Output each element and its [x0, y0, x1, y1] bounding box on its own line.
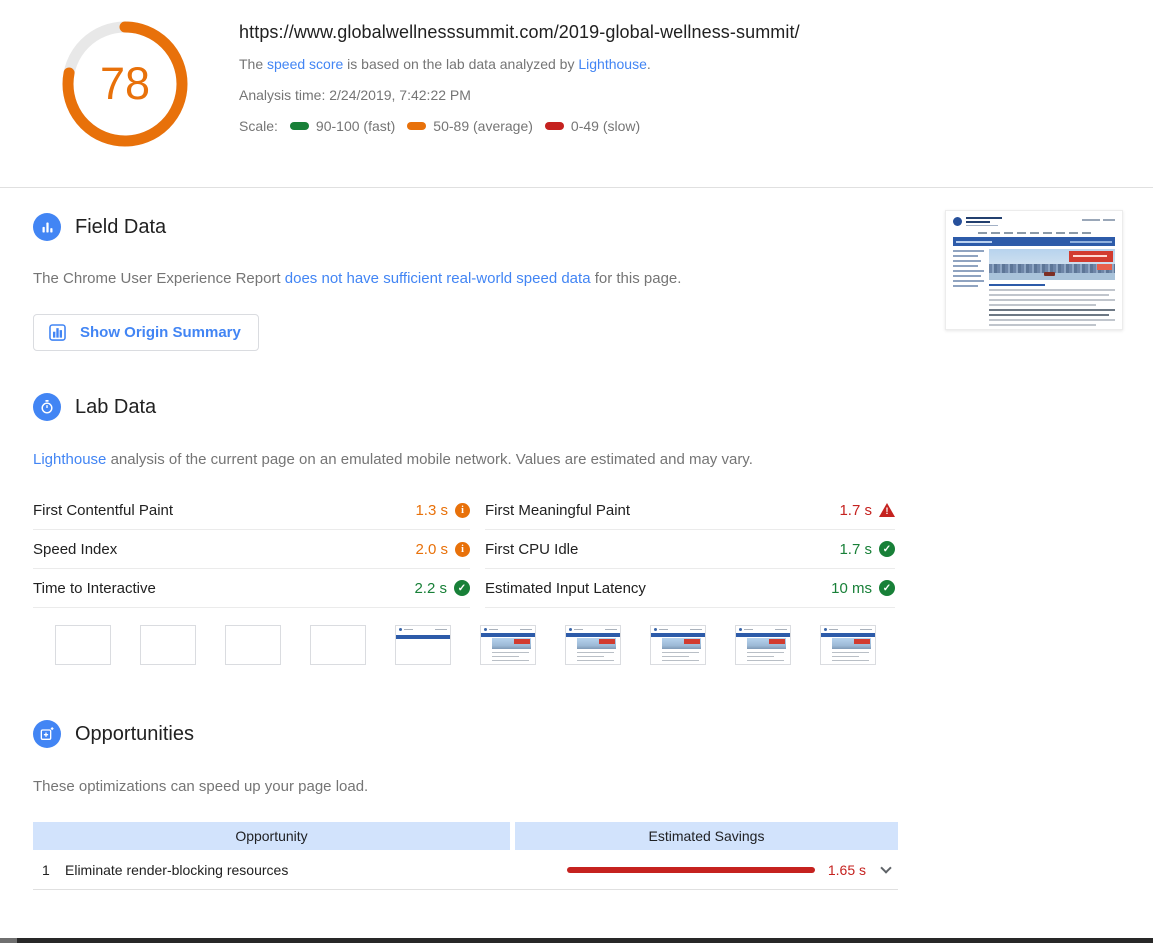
metric-row: First Meaningful Paint 1.7 s! [485, 491, 895, 530]
origin-summary-chart-icon [48, 323, 67, 342]
score-value: 78 [55, 14, 195, 154]
info-icon[interactable]: i [455, 503, 470, 518]
lab-data-stopwatch-icon [33, 393, 61, 421]
opportunity-row[interactable]: 1 Eliminate render-blocking resources 1.… [33, 850, 898, 890]
metric-label: First Meaningful Paint [485, 502, 630, 519]
info-icon[interactable]: i [455, 542, 470, 557]
filmstrip-frame-header [395, 625, 451, 665]
page-screenshot-thumbnail [945, 210, 1123, 330]
filmstrip-frame-full [480, 625, 536, 665]
metric-value: 2.2 s [414, 580, 447, 597]
metric-label: First CPU Idle [485, 541, 578, 558]
slow-scale-dot-icon [545, 122, 564, 130]
site-logo-icon [953, 217, 962, 226]
filmstrip-frame-blank [225, 625, 281, 665]
check-icon[interactable]: ✓ [454, 580, 470, 596]
field-data-section: Field Data The Chrome User Experience Re… [0, 213, 1153, 351]
opportunity-label: Eliminate render-blocking resources [65, 862, 288, 878]
insufficient-data-link[interactable]: does not have sufficient real-world spee… [285, 270, 591, 287]
metric-value: 1.3 s [415, 502, 448, 519]
lighthouse-link[interactable]: Lighthouse [578, 56, 647, 72]
filmstrip [33, 625, 1153, 665]
check-icon[interactable]: ✓ [879, 541, 895, 557]
metric-value: 2.0 s [415, 541, 448, 558]
lab-data-section: Lab Data Lighthouse analysis of the curr… [0, 393, 1153, 665]
lab-data-title: Lab Data [75, 396, 156, 419]
filmstrip-frame-full [650, 625, 706, 665]
chevron-down-icon[interactable] [880, 862, 891, 873]
warning-icon[interactable]: ! [879, 503, 895, 517]
scale-label: Scale: [239, 118, 278, 134]
filmstrip-frame-blank [310, 625, 366, 665]
metric-value: 1.7 s [839, 502, 872, 519]
check-icon[interactable]: ✓ [879, 580, 895, 596]
opportunity-index: 1 [33, 862, 65, 878]
score-gauge: 78 [55, 14, 195, 154]
filmstrip-frame-full [565, 625, 621, 665]
metric-row: Estimated Input Latency 10 ms ✓ [485, 569, 895, 608]
analyzed-url: https://www.globalwellnesssummit.com/201… [239, 22, 800, 43]
metrics-table: First Contentful Paint 1.3 s i Speed Inde… [33, 491, 1153, 608]
metric-label: Time to Interactive [33, 580, 156, 597]
field-data-bar-chart-icon [33, 213, 61, 241]
opportunity-column-header: Opportunity [33, 822, 510, 850]
filmstrip-frame-full [735, 625, 791, 665]
filmstrip-frame-blank [140, 625, 196, 665]
average-scale-dot-icon [407, 122, 426, 130]
opportunities-title: Opportunities [75, 723, 194, 746]
metric-row: Time to Interactive 2.2 s ✓ [33, 569, 470, 608]
lighthouse-link-2[interactable]: Lighthouse [33, 451, 106, 468]
opportunities-section: Opportunities These optimizations can sp… [0, 720, 1153, 890]
opportunities-sparkle-icon [33, 720, 61, 748]
metric-value: 10 ms [831, 580, 872, 597]
header-divider [0, 187, 1153, 188]
fast-scale-dot-icon [290, 122, 309, 130]
estimated-savings-column-header: Estimated Savings [515, 822, 898, 850]
metric-label: Estimated Input Latency [485, 580, 646, 597]
hero-image [989, 249, 1115, 280]
savings-value: 1.65 s [828, 862, 866, 878]
metric-row: First CPU Idle 1.7 s ✓ [485, 530, 895, 569]
speed-score-link[interactable]: speed score [267, 56, 343, 72]
metric-label: Speed Index [33, 541, 117, 558]
analysis-time: Analysis time: 2/24/2019, 7:42:22 PM [239, 87, 800, 103]
savings-bar [567, 867, 815, 873]
metric-row: First Contentful Paint 1.3 s i [33, 491, 470, 530]
field-data-title: Field Data [75, 216, 166, 239]
score-description: The speed score is based on the lab data… [239, 56, 800, 72]
metric-row: Speed Index 2.0 s i [33, 530, 470, 569]
bottom-edge-bar [0, 938, 1153, 943]
metric-label: First Contentful Paint [33, 502, 173, 519]
filmstrip-frame-full [820, 625, 876, 665]
scale-legend: Scale: 90-100 (fast) 50-89 (average) 0-4… [239, 118, 800, 134]
filmstrip-frame-blank [55, 625, 111, 665]
lab-data-description: Lighthouse analysis of the current page … [33, 451, 1153, 468]
show-origin-summary-button[interactable]: Show Origin Summary [33, 314, 259, 351]
opportunities-table: Opportunity Estimated Savings 1 Eliminat… [33, 822, 898, 890]
metric-value: 1.7 s [839, 541, 872, 558]
opportunities-description: These optimizations can speed up your pa… [33, 778, 1153, 795]
score-header: 78 https://www.globalwellnesssummit.com/… [0, 0, 1153, 187]
